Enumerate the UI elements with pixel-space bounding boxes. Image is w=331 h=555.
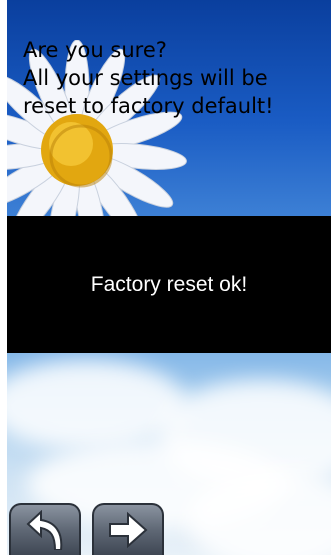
message-line-1: Are you sure? — [23, 38, 167, 62]
toast-text: Factory reset ok! — [90, 272, 248, 296]
back-arrow-icon — [26, 510, 63, 550]
confirmation-message: Are you sure? All your settings will be … — [23, 36, 328, 120]
message-line-2: All your settings will be — [23, 66, 268, 90]
toast-notification: Factory reset ok! — [7, 216, 331, 353]
wallpaper-screen: Are you sure? All your settings will be … — [7, 0, 331, 555]
back-button[interactable] — [9, 503, 81, 555]
right-arrow-icon — [109, 511, 148, 549]
message-line-3: reset to factory default! — [23, 94, 274, 118]
next-button[interactable] — [92, 503, 164, 555]
